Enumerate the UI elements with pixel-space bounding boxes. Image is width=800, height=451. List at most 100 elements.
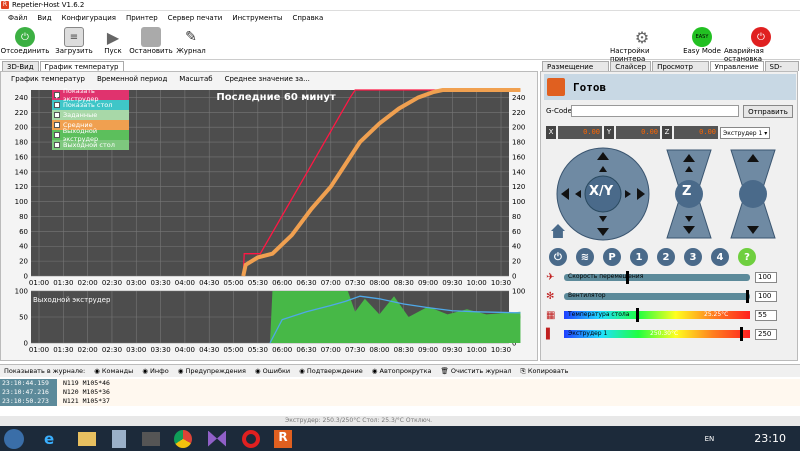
x-tick-label: 03:00 xyxy=(126,279,146,287)
bed-slider[interactable]: Температура стола 25.25°C xyxy=(564,308,750,322)
speed-value[interactable]: 100 xyxy=(755,271,777,283)
preset-1-button[interactable]: 1 xyxy=(630,248,648,266)
fan-slider[interactable]: Вентилятор xyxy=(564,289,750,303)
speed-slider[interactable]: Скорость перемещения xyxy=(564,270,750,284)
bed-label: Температура стола xyxy=(568,311,630,318)
chart-menu-temp[interactable]: График температур xyxy=(11,75,85,83)
clear-log-button[interactable]: 🗑 Очистить журнал xyxy=(441,367,512,375)
menu-tools[interactable]: Инструменты xyxy=(232,14,282,22)
gcode-label: G-Code: xyxy=(546,107,575,115)
window-title: Repetier-Host V1.6.2 xyxy=(12,1,85,9)
title-bar: R Repetier-Host V1.6.2 xyxy=(0,0,800,11)
x-tick-label: 05:00 xyxy=(223,279,243,287)
menu-file[interactable]: Файл xyxy=(8,14,27,22)
ie-icon[interactable]: e xyxy=(44,430,62,448)
filter-info[interactable]: ◉ Инфо xyxy=(142,367,168,375)
stop-button[interactable]: Остановить xyxy=(129,27,173,55)
tab-3d-view[interactable]: 3D-Вид xyxy=(2,61,39,71)
y-tick-label-right: 220 xyxy=(512,109,525,117)
y-tick-label: 80 xyxy=(19,213,28,221)
tab-control[interactable]: Управление xyxy=(709,61,764,71)
filter-errors[interactable]: ◉ Ошибки xyxy=(255,367,290,375)
extruder-value[interactable]: 250 xyxy=(755,328,777,340)
vs-icon[interactable] xyxy=(208,430,226,447)
menu-help[interactable]: Справка xyxy=(292,14,323,22)
gcode-input[interactable] xyxy=(571,105,739,117)
filter-autoscroll[interactable]: ◉ Автопрокрутка xyxy=(372,367,432,375)
x-tick-label: 07:30 xyxy=(345,279,365,287)
disconnect-button[interactable]: ⏻ Отсоединить xyxy=(1,27,49,55)
x-tick-label: 10:00 xyxy=(467,346,487,354)
filter-label: Ошибки xyxy=(262,367,291,375)
y-position: 0.00 xyxy=(616,126,660,139)
filter-ack[interactable]: ◉ Подтверждение xyxy=(299,367,363,375)
chart-menu-period[interactable]: Временной период xyxy=(97,75,167,83)
tab-object-placement[interactable]: Размещение объекта xyxy=(542,61,610,79)
explorer-icon[interactable] xyxy=(78,431,96,446)
y-tick-label-right: 140 xyxy=(512,168,525,176)
document-icon: ≡ xyxy=(64,27,84,47)
legend-target[interactable]: Заданные xyxy=(52,110,129,120)
calculator-icon[interactable] xyxy=(112,429,126,448)
bed-value[interactable]: 55 xyxy=(755,309,777,321)
log-line: 23:10:50.273 N121 M105*37 xyxy=(0,397,800,406)
copy-button[interactable]: ⎘ Копировать xyxy=(521,367,569,376)
fan-value[interactable]: 100 xyxy=(755,290,777,302)
checkbox-icon xyxy=(54,112,60,118)
y-tick-label-right: 40 xyxy=(512,243,521,251)
fan-off-button[interactable]: ≋ xyxy=(576,248,594,266)
start-button[interactable] xyxy=(4,428,24,449)
motors-off-button[interactable]: ⏻ xyxy=(549,248,567,266)
repetier-taskbar-icon[interactable]: R xyxy=(274,429,292,448)
y-tick-label-right: 20 xyxy=(512,258,521,266)
media-icon[interactable] xyxy=(142,431,160,446)
menu-bar: Файл Вид Конфигурация Принтер Сервер печ… xyxy=(0,12,800,24)
menu-print-server[interactable]: Сервер печати xyxy=(168,14,223,22)
legend-label: Заданные xyxy=(63,111,98,119)
preset-4-button[interactable]: 4 xyxy=(711,248,729,266)
load-label: Загрузить xyxy=(55,47,93,55)
y-label: Y xyxy=(604,126,614,139)
tab-temperature-chart[interactable]: График температур xyxy=(39,61,124,71)
menu-printer[interactable]: Принтер xyxy=(126,14,158,22)
tab-print-preview[interactable]: Просмотр печати xyxy=(652,61,709,79)
run-button[interactable]: ▶ Пуск xyxy=(100,27,126,56)
load-button[interactable]: ≡ Загрузить xyxy=(55,27,93,55)
tab-sd-card[interactable]: SD-карта xyxy=(764,61,799,79)
checkbox-icon: ✓ xyxy=(54,92,61,101)
park-button[interactable]: P xyxy=(603,248,621,266)
power-icon: ⏻ xyxy=(15,27,35,47)
tab-slicer[interactable]: Слайсер xyxy=(610,61,652,71)
legend-extruder[interactable]: ✓ Показать экструдер xyxy=(52,87,129,103)
chrome-icon[interactable] xyxy=(174,429,192,448)
printer-settings-button[interactable]: ⚙ Настройки принтера xyxy=(610,27,674,64)
opera-icon[interactable] xyxy=(242,429,260,448)
slider-thumb xyxy=(746,289,749,303)
menu-config[interactable]: Конфигурация xyxy=(62,14,116,22)
x-tick-label: 01:30 xyxy=(53,279,73,287)
fan-icon: ✻ xyxy=(546,290,555,302)
filter-warnings[interactable]: ◉ Предупреждения xyxy=(178,367,246,375)
extruder-slider[interactable]: Экструдер 1 250.30°C xyxy=(564,327,750,341)
legend-output-extruder[interactable]: Выходной экструдер xyxy=(52,127,129,143)
filter-label: Предупреждения xyxy=(185,367,246,375)
extruder-jog-pad[interactable] xyxy=(727,146,779,242)
log-button[interactable]: ✎ Журнал xyxy=(176,27,206,55)
easy-mode-button[interactable]: EASY Easy Mode xyxy=(683,27,721,55)
chart-menu-average[interactable]: Среднее значение за... xyxy=(225,75,310,83)
send-button[interactable]: Отправить xyxy=(743,105,793,118)
emergency-stop-button[interactable]: ⏻ Аварийная остановка xyxy=(724,27,798,63)
lang-indicator[interactable]: EN xyxy=(705,435,715,443)
printer-status-text: Готов xyxy=(573,80,607,94)
menu-view[interactable]: Вид xyxy=(37,14,51,22)
help-button[interactable]: ? xyxy=(738,248,756,266)
y-tick-label: 50 xyxy=(19,314,28,322)
slider-thumb xyxy=(636,308,639,322)
preset-2-button[interactable]: 2 xyxy=(657,248,675,266)
toolbar: ⏻ Отсоединить ≡ Загрузить ▶ Пуск Останов… xyxy=(0,25,800,64)
preset-3-button[interactable]: 3 xyxy=(684,248,702,266)
extruder-select[interactable]: Экструдер 1 ▾ xyxy=(720,126,770,139)
legend-label: Выходной стол xyxy=(63,141,115,149)
chart-menu-scale[interactable]: Масштаб xyxy=(179,75,212,83)
filter-commands[interactable]: ◉ Команды xyxy=(94,367,133,375)
